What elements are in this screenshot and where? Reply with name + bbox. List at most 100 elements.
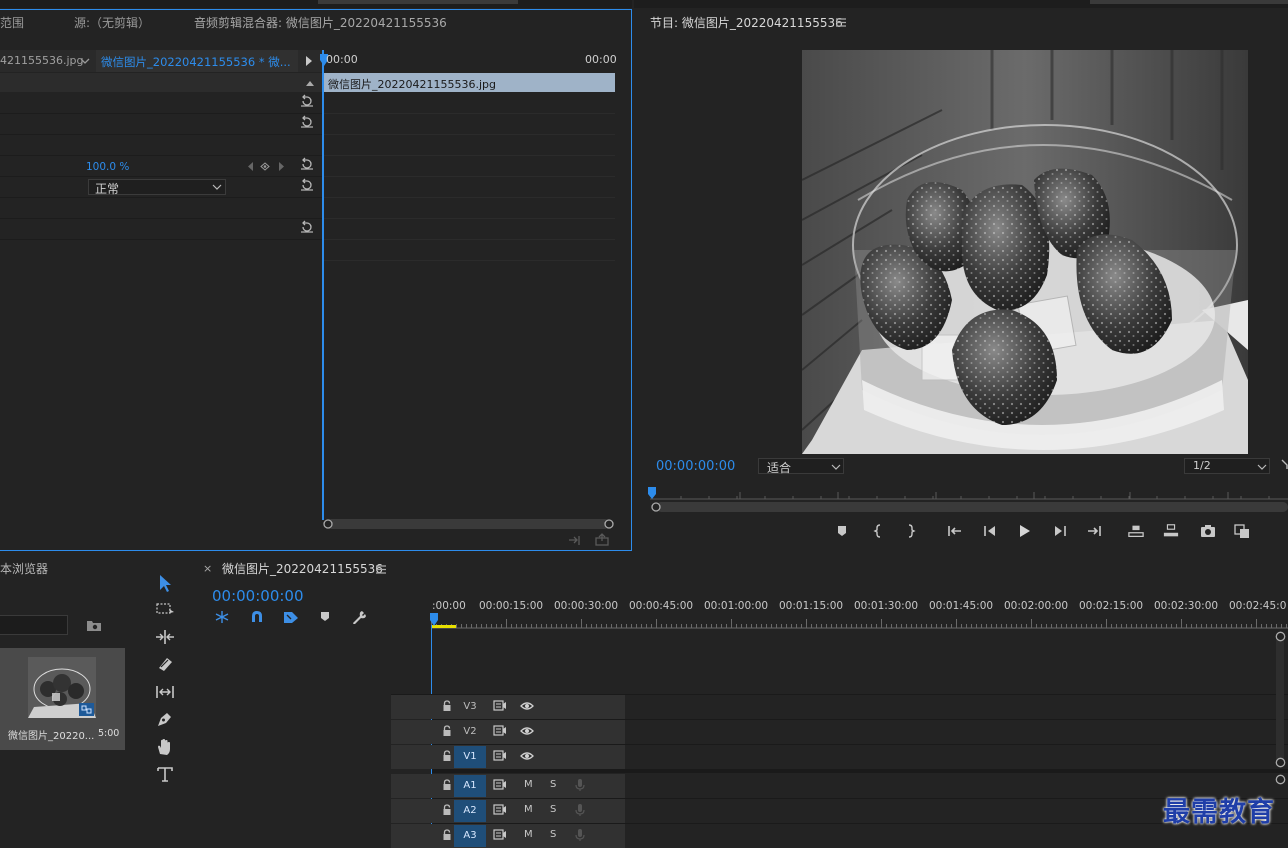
media-browser-title[interactable]: 本浏览器 — [0, 560, 48, 577]
extract-icon[interactable] — [1163, 523, 1179, 539]
opacity-value[interactable]: 100.0 % — [86, 161, 129, 173]
step-forward-icon[interactable] — [1052, 523, 1068, 539]
program-zoom-scrollbar[interactable] — [656, 502, 1288, 512]
go-to-in-icon[interactable] — [947, 523, 963, 539]
toggle-sync-lock-icon[interactable] — [493, 700, 511, 716]
panel-menu-icon[interactable] — [836, 18, 846, 27]
reset-icon[interactable] — [300, 115, 314, 129]
mark-out-icon[interactable] — [902, 523, 918, 539]
timeline-sequence-tab[interactable]: 微信图片_20220421155536 — [222, 560, 383, 577]
toggle-sync-lock-icon[interactable] — [493, 804, 511, 820]
blend-mode-dropdown[interactable]: 正常 — [88, 179, 226, 196]
fit-dropdown[interactable]: 适合 — [758, 458, 844, 475]
track-target-a2[interactable]: A2 — [454, 800, 486, 822]
nest-sequences-icon[interactable] — [214, 610, 230, 624]
wrench-settings-icon[interactable] — [351, 610, 367, 624]
settings-wrench-icon[interactable] — [1280, 458, 1288, 470]
collapse-up-icon[interactable] — [305, 79, 315, 87]
media-thumbnail-label: 微信图片_20220... — [8, 731, 95, 742]
close-sequence-icon[interactable]: × — [203, 562, 212, 575]
program-timecode[interactable]: 00:00:00:00 — [656, 459, 735, 474]
keyframe-navigator[interactable] — [246, 161, 286, 172]
program-video-frame[interactable] — [802, 50, 1248, 454]
type-tool-icon[interactable] — [155, 765, 175, 783]
camera-icon[interactable] — [1200, 523, 1216, 539]
ec-playhead-line[interactable] — [322, 50, 324, 520]
mute-button[interactable]: M — [524, 779, 533, 790]
reset-icon[interactable] — [300, 157, 314, 171]
panel-resize-bar[interactable] — [1090, 0, 1288, 4]
pen-tool-icon[interactable] — [155, 710, 175, 728]
eye-icon[interactable] — [520, 701, 538, 717]
timeline-timecode[interactable]: 00:00:00:00 — [212, 587, 304, 605]
microphone-icon[interactable] — [575, 778, 593, 794]
reset-icon[interactable] — [300, 94, 314, 108]
scroll-handle-right[interactable] — [604, 519, 614, 529]
media-thumbnail-card[interactable]: 微信图片_20220... 5:00 — [0, 648, 125, 750]
snap-magnet-icon[interactable] — [249, 610, 265, 624]
chevron-down-icon — [1257, 464, 1267, 470]
ruler-label: 00:02:15:00 — [1079, 600, 1144, 612]
track-target-a1[interactable]: A1 — [454, 775, 486, 797]
microphone-icon[interactable] — [575, 803, 593, 819]
eye-icon[interactable] — [520, 751, 538, 767]
comparison-view-icon[interactable] — [1234, 523, 1250, 539]
mark-in-icon[interactable] — [871, 523, 887, 539]
solo-button[interactable]: S — [550, 829, 556, 840]
scroll-handle-bottom[interactable] — [1275, 757, 1286, 768]
ripple-edit-tool-icon[interactable] — [155, 628, 175, 646]
track-target-v1[interactable]: V1 — [454, 746, 486, 768]
panel-resize-bar[interactable] — [318, 0, 518, 4]
new-folder-icon[interactable] — [86, 618, 102, 632]
scroll-handle-left[interactable] — [651, 502, 661, 512]
play-icon[interactable] — [1016, 523, 1032, 539]
eye-icon[interactable] — [520, 726, 538, 742]
ec-time-start: 00:00 — [326, 53, 358, 66]
audio-only-icon[interactable] — [568, 534, 582, 546]
step-back-icon[interactable] — [982, 523, 998, 539]
row-divider — [324, 113, 615, 114]
scroll-handle-top[interactable] — [1275, 774, 1286, 785]
selection-tool-icon[interactable] — [155, 573, 175, 593]
ec-clip-bar[interactable]: 微信图片_20220421155536.jpg — [324, 73, 615, 92]
hand-tool-icon[interactable] — [155, 737, 175, 756]
ec-clip-bar-label: 微信图片_20220421155536.jpg — [328, 78, 496, 91]
toggle-sync-lock-icon[interactable] — [493, 779, 511, 795]
export-icon[interactable] — [595, 533, 609, 546]
toggle-sync-lock-icon[interactable] — [493, 725, 511, 741]
toggle-sync-lock-icon[interactable] — [493, 750, 511, 766]
reset-icon[interactable] — [300, 178, 314, 192]
sequence-clip-selector[interactable]: 微信图片_20220421155536 * 微... — [96, 50, 298, 72]
microphone-icon[interactable] — [575, 828, 593, 844]
program-monitor-title[interactable]: 节目: 微信图片_20220421155536 — [650, 14, 843, 31]
lift-icon[interactable] — [1128, 523, 1144, 539]
track-target-v3[interactable]: V3 — [454, 696, 486, 718]
go-to-out-icon[interactable] — [1086, 523, 1102, 539]
razor-tool-icon[interactable] — [155, 655, 175, 673]
play-triangle-icon[interactable] — [305, 56, 313, 66]
reset-icon[interactable] — [300, 220, 314, 234]
ec-zoom-scrollbar[interactable] — [326, 519, 610, 529]
source-clip-name[interactable]: 421155536.jpg — [0, 54, 84, 67]
video-track-scrollbar[interactable] — [1276, 637, 1284, 765]
program-time-ruler[interactable] — [650, 488, 1288, 500]
mute-button[interactable]: M — [524, 804, 533, 815]
scroll-handle-left[interactable] — [323, 519, 333, 529]
add-marker-icon[interactable] — [834, 523, 850, 539]
scroll-handle-top[interactable] — [1275, 631, 1286, 642]
track-target-v2[interactable]: V2 — [454, 721, 486, 743]
solo-button[interactable]: S — [550, 804, 556, 815]
media-search-input[interactable] — [0, 615, 68, 635]
toggle-sync-lock-icon[interactable] — [493, 829, 511, 845]
resolution-dropdown[interactable]: 1/2 — [1184, 458, 1270, 474]
chevron-down-icon[interactable] — [80, 56, 90, 66]
add-marker-icon[interactable] — [319, 611, 331, 623]
track-select-tool-icon[interactable] — [155, 601, 175, 619]
solo-button[interactable]: S — [550, 779, 556, 790]
mute-button[interactable]: M — [524, 829, 533, 840]
linked-selection-icon[interactable] — [283, 610, 299, 624]
slip-tool-icon[interactable] — [155, 683, 175, 701]
panel-menu-icon[interactable] — [376, 565, 386, 574]
track-target-a3[interactable]: A3 — [454, 825, 486, 847]
program-playhead-marker[interactable] — [648, 487, 656, 499]
